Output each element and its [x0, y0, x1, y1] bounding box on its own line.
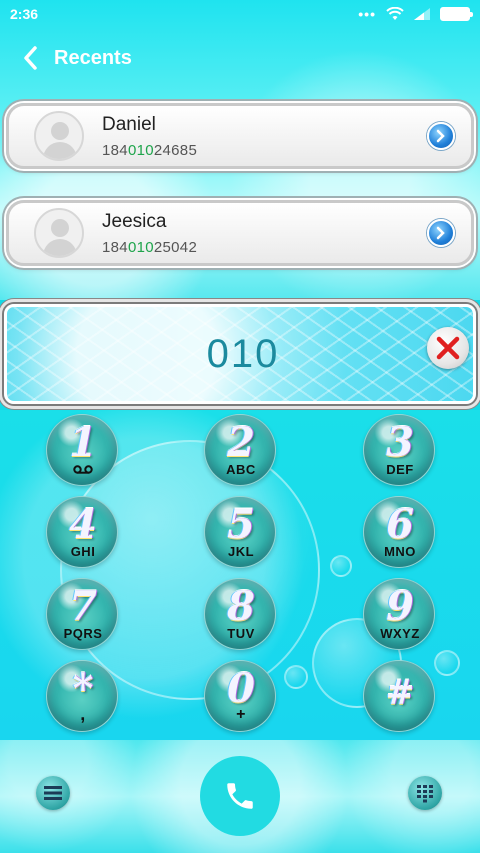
phone-icon — [227, 783, 253, 809]
back-button[interactable] — [10, 38, 50, 78]
avatar — [34, 208, 84, 258]
chevron-right-icon — [436, 226, 445, 240]
key-letters: DEF — [386, 462, 414, 477]
dialpad-grid-icon — [417, 785, 433, 803]
key-digit: # — [385, 673, 415, 713]
key-3[interactable]: 3 DEF — [363, 414, 435, 486]
close-x-icon — [436, 336, 460, 360]
key-2[interactable]: 2 ABC — [204, 414, 276, 486]
key-digit: 1 — [69, 419, 97, 466]
keypad: 1 2 ABC 3 DEF 4 GHI 5 JKL 6 MNO 7 PQRS 8… — [0, 410, 480, 738]
key-1[interactable]: 1 — [46, 414, 118, 486]
chevron-left-icon — [24, 46, 37, 70]
recent-contact-row[interactable]: Daniel 18401024685 — [6, 103, 474, 169]
wifi-icon — [386, 7, 404, 20]
contact-number: 18401025042 — [102, 239, 427, 256]
key-hash[interactable]: # — [363, 660, 435, 732]
clear-button[interactable] — [427, 327, 469, 369]
number-prefix: 184 — [102, 141, 128, 159]
call-button[interactable] — [200, 756, 280, 836]
signal-icon — [414, 8, 430, 20]
key-star[interactable]: * , — [46, 660, 118, 732]
key-0[interactable]: 0 + — [204, 660, 276, 732]
dialpad-toggle-button[interactable] — [408, 776, 442, 810]
dialed-number[interactable]: 010 — [7, 307, 479, 401]
battery-icon — [440, 7, 473, 21]
contact-detail-button[interactable] — [427, 122, 455, 150]
key-digit: 6 — [386, 501, 414, 548]
key-9[interactable]: 9 WXYZ — [363, 578, 435, 650]
recent-contact-row[interactable]: Jeesica 18401025042 — [6, 200, 474, 266]
key-digit: 9 — [386, 583, 414, 630]
contact-info: Daniel 18401024685 — [102, 114, 427, 159]
key-letters: MNO — [384, 544, 416, 559]
key-digit: 5 — [227, 501, 255, 548]
key-digit: 7 — [69, 583, 97, 630]
status-time: 2:36 — [10, 6, 39, 22]
key-letters: ABC — [226, 462, 256, 477]
key-letters: JKL — [227, 544, 255, 559]
contact-name: Daniel — [102, 113, 156, 135]
contact-number: 18401024685 — [102, 142, 427, 159]
more-dots-icon: ••• — [358, 6, 376, 22]
key-4[interactable]: 4 GHI — [46, 496, 118, 568]
key-digit: 0 — [227, 665, 255, 712]
key-letters: , — [80, 704, 86, 724]
key-digit: 4 — [69, 501, 97, 548]
key-5[interactable]: 5 JKL — [204, 496, 276, 568]
number-suffix: 24685 — [153, 141, 198, 159]
dial-display: 010 — [4, 304, 476, 404]
key-letters: WXYZ — [380, 626, 420, 641]
number-suffix: 25042 — [153, 238, 198, 256]
voicemail-icon — [73, 465, 93, 474]
status-bar: 2:36 ••• — [0, 0, 480, 28]
contact-detail-button[interactable] — [427, 219, 455, 247]
key-digit: 2 — [227, 419, 255, 466]
menu-icon — [44, 786, 62, 800]
contact-info: Jeesica 18401025042 — [102, 211, 427, 256]
key-6[interactable]: 6 MNO — [363, 496, 435, 568]
number-prefix: 184 — [102, 238, 128, 256]
key-letters: PQRS — [63, 626, 103, 641]
chevron-right-icon — [436, 129, 445, 143]
key-7[interactable]: 7 PQRS — [46, 578, 118, 650]
header: Recents — [0, 38, 480, 78]
number-match-highlight: 010 — [127, 141, 154, 159]
number-match-highlight: 010 — [127, 238, 154, 256]
bottom-bar — [0, 740, 480, 853]
contact-name: Jeesica — [102, 210, 167, 232]
avatar — [34, 111, 84, 161]
page-title: Recents — [54, 46, 132, 69]
key-letters: TUV — [227, 626, 255, 641]
menu-button[interactable] — [36, 776, 70, 810]
key-letters: + — [236, 706, 246, 723]
status-icons: ••• — [358, 6, 473, 22]
key-digit: 8 — [227, 583, 255, 630]
key-digit: 3 — [386, 419, 414, 466]
key-8[interactable]: 8 TUV — [204, 578, 276, 650]
key-letters: GHI — [70, 544, 96, 559]
